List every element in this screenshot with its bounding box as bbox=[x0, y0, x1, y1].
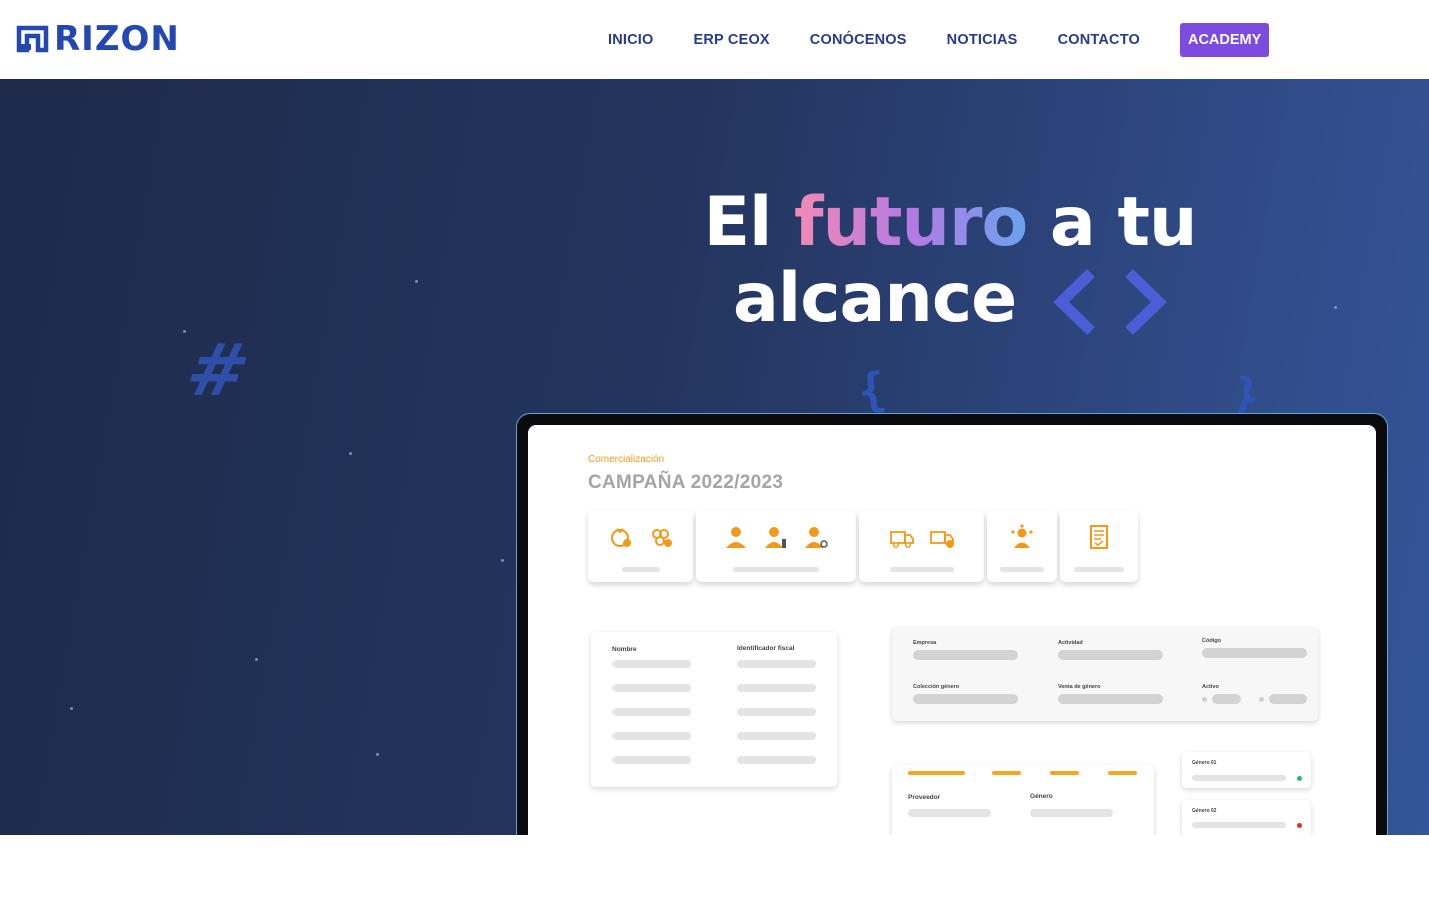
crop-tomato-icon bbox=[610, 528, 631, 547]
user-edit-icon bbox=[765, 527, 786, 548]
screen-title: CAMPAÑA 2022/2023 bbox=[588, 472, 784, 493]
logo[interactable]: RIZON bbox=[16, 22, 180, 56]
card-label-placeholder bbox=[733, 567, 819, 572]
actividad-field[interactable] bbox=[1058, 650, 1163, 660]
main-nav: INICIO ERP CEOX CONÓCENOS NOTICIAS CONTA… bbox=[588, 23, 1270, 57]
card-label-placeholder bbox=[621, 567, 660, 572]
star-dot bbox=[255, 658, 258, 661]
list-cell bbox=[908, 809, 991, 817]
column-header-genero: Género bbox=[1030, 793, 1053, 800]
list-cell bbox=[737, 756, 816, 764]
list-cell bbox=[612, 660, 691, 668]
module-card-users[interactable] bbox=[696, 510, 856, 582]
hash-icon: # bbox=[179, 328, 258, 412]
star-dot bbox=[1334, 306, 1337, 309]
group-icon bbox=[1011, 524, 1033, 548]
screen-subtitle: Comercialización bbox=[588, 454, 665, 465]
nav-link-contacto[interactable]: CONTACTO bbox=[1038, 23, 1160, 57]
radio-icon[interactable] bbox=[1202, 697, 1207, 702]
hero-section: # { } El futuro a tu alcance Comercializ… bbox=[0, 79, 1429, 835]
field-label-actividad: Actividad bbox=[1058, 640, 1083, 646]
headline-word-el: El bbox=[703, 183, 773, 262]
list-panel: Nombre Identificador fiscal bbox=[591, 632, 837, 787]
module-card-documents[interactable] bbox=[1060, 510, 1138, 582]
nav-link-inicio[interactable]: INICIO bbox=[588, 23, 674, 57]
codigo-field[interactable] bbox=[1202, 648, 1307, 658]
brace-left-icon: { bbox=[854, 361, 890, 419]
status-dot-icon bbox=[1297, 776, 1302, 781]
headline-word-alcance: alcance bbox=[733, 259, 1017, 338]
column-header-nombre: Nombre bbox=[612, 646, 637, 653]
venta-field[interactable] bbox=[1058, 694, 1163, 704]
headline-highlight: futuro bbox=[794, 183, 1028, 262]
star-dot bbox=[70, 707, 73, 710]
activo-option[interactable] bbox=[1212, 694, 1241, 704]
form-panel: Empresa Actividad Código Colección géner… bbox=[892, 627, 1318, 721]
list-cell bbox=[737, 660, 816, 668]
tab-indicator[interactable] bbox=[1050, 771, 1079, 775]
hero-headline: El futuro a tu alcance bbox=[640, 185, 1260, 337]
truck-icon bbox=[889, 531, 914, 549]
field-label-codigo: Código bbox=[1202, 638, 1221, 644]
genre-card[interactable]: Género 02 bbox=[1182, 800, 1311, 835]
card-label-placeholder bbox=[889, 567, 954, 572]
module-icon-bar bbox=[588, 510, 1141, 590]
field-label-empresa: Empresa bbox=[913, 640, 937, 646]
genre-card-label: Género 02 bbox=[1192, 808, 1217, 814]
list-cell bbox=[612, 684, 691, 692]
star-dot bbox=[183, 330, 186, 333]
coleccion-field[interactable] bbox=[913, 694, 1018, 704]
list-cell bbox=[612, 708, 691, 716]
app-screen: Comercialización CAMPAÑA 2022/2023 Nombr… bbox=[528, 425, 1376, 835]
top-navbar: RIZON INICIO ERP CEOX CONÓCENOS NOTICIAS… bbox=[0, 0, 1429, 79]
user-icon bbox=[726, 527, 746, 548]
star-dot bbox=[376, 753, 379, 756]
crop-grape-icon bbox=[651, 529, 672, 547]
tab-indicator[interactable] bbox=[1108, 771, 1137, 775]
genre-card[interactable]: Género 01 bbox=[1182, 752, 1311, 788]
truck-clock-icon bbox=[929, 531, 954, 548]
radio-icon[interactable] bbox=[1259, 697, 1264, 702]
academy-button[interactable]: ACADEMY bbox=[1179, 23, 1270, 57]
star-dot bbox=[501, 559, 504, 562]
field-label-venta: Venta de género bbox=[1058, 684, 1101, 690]
empresa-field[interactable] bbox=[913, 650, 1018, 660]
code-brackets-icon bbox=[1053, 269, 1167, 336]
list-cell bbox=[737, 684, 816, 692]
genre-card-value bbox=[1192, 822, 1286, 828]
star-dot bbox=[349, 452, 352, 455]
page-below-hero bbox=[0, 835, 1429, 919]
list-cell bbox=[1030, 809, 1113, 817]
list-cell bbox=[737, 708, 816, 716]
logo-text: RIZON bbox=[54, 19, 180, 59]
list-cell bbox=[612, 732, 691, 740]
card-label-placeholder bbox=[1074, 567, 1124, 572]
column-header-identificador: Identificador fiscal bbox=[737, 645, 795, 652]
user-search-icon bbox=[805, 527, 828, 548]
module-card-crops[interactable] bbox=[588, 510, 693, 582]
list-cell bbox=[612, 756, 691, 764]
tab-indicator-active[interactable] bbox=[908, 771, 965, 775]
column-header-proveedor: Proveedor bbox=[908, 794, 941, 801]
activo-option[interactable] bbox=[1269, 694, 1307, 704]
genre-card-value bbox=[1192, 775, 1286, 781]
card-label-placeholder bbox=[1000, 567, 1044, 572]
field-label-coleccion: Colección género bbox=[913, 684, 960, 690]
module-card-groups[interactable] bbox=[987, 510, 1057, 582]
tab-indicator[interactable] bbox=[992, 771, 1021, 775]
nav-link-conocenos[interactable]: CONÓCENOS bbox=[790, 23, 927, 57]
document-icon bbox=[1090, 525, 1108, 549]
star-dot bbox=[415, 280, 418, 283]
module-card-transport[interactable] bbox=[859, 510, 984, 582]
laptop-mockup: Comercialización CAMPAÑA 2022/2023 Nombr… bbox=[516, 413, 1388, 835]
nav-link-erp-ceox[interactable]: ERP CEOX bbox=[674, 23, 790, 57]
list-cell bbox=[737, 732, 816, 740]
status-dot-icon bbox=[1297, 823, 1302, 828]
logo-mark-icon bbox=[16, 25, 49, 53]
nav-link-noticias[interactable]: NOTICIAS bbox=[927, 23, 1038, 57]
field-label-activo: Activo bbox=[1202, 684, 1219, 690]
headline-words-a-tu: a tu bbox=[1049, 183, 1197, 262]
genre-card-label: Género 01 bbox=[1192, 760, 1217, 766]
tabs-panel: Proveedor Género bbox=[892, 765, 1154, 835]
